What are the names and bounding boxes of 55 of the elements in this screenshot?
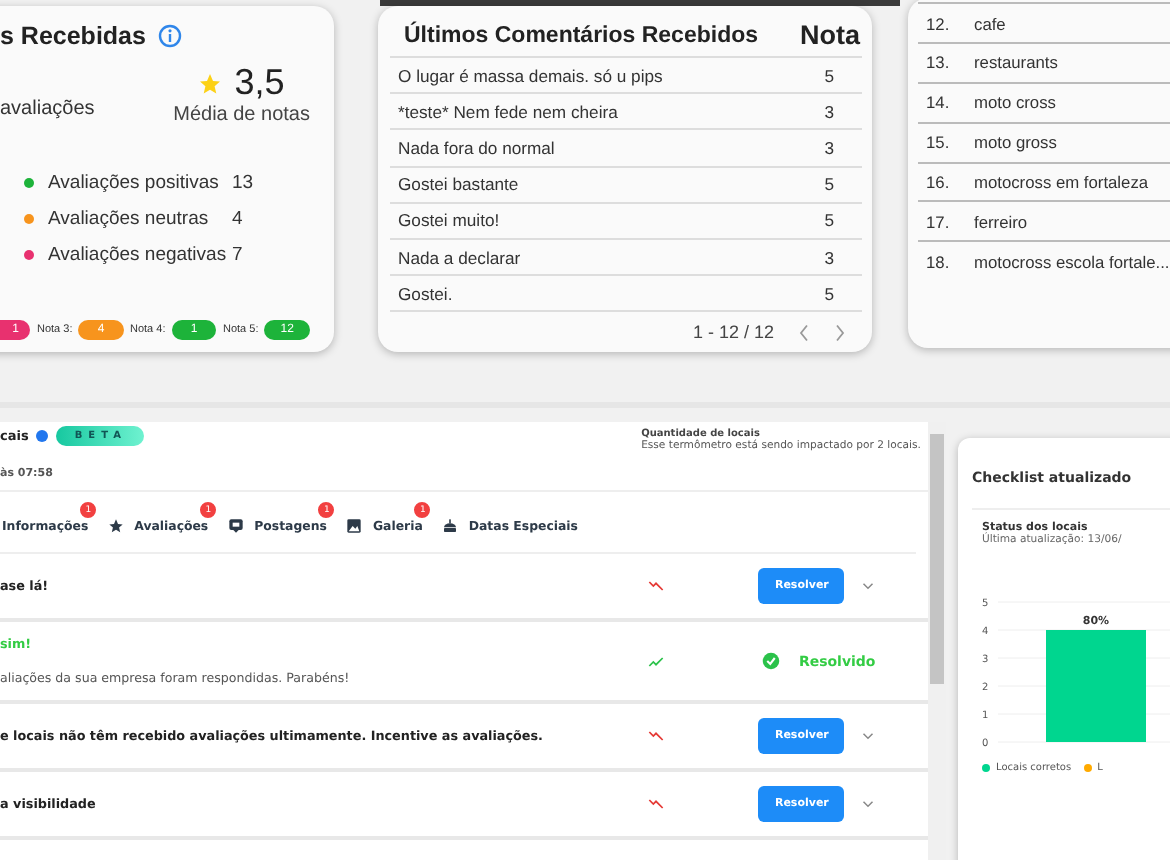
legend-count: 13 — [232, 171, 254, 193]
keyword-text: moto gross — [974, 132, 1057, 153]
row-number: 15. — [926, 132, 952, 153]
chevron-down-icon[interactable] — [862, 582, 875, 590]
comment-text: Nada a declarar — [398, 247, 521, 268]
row-number: 14. — [926, 92, 952, 113]
pagination-label: 1 - 12 / 12 — [692, 322, 774, 343]
comment-text: Gostei muito! — [398, 210, 500, 231]
comment-score: 5 — [824, 65, 834, 86]
keyword-text: motocross escola fortale... — [974, 251, 1170, 272]
legend-label: Avaliações neutras — [48, 207, 211, 229]
comment-text: *teste* Nem fede nem cheira — [398, 101, 618, 122]
keyword-text: restaurants — [974, 52, 1058, 73]
legend-count: 7 — [232, 243, 243, 265]
keyword-text: ferreiro — [974, 211, 1028, 232]
previous-page-icon[interactable] — [798, 323, 810, 342]
legend-label: Avaliações negativas — [48, 243, 229, 265]
comment-text: O lugar é massa demais. só u pips — [398, 65, 663, 86]
keyword-text: motocross em fortaleza — [974, 172, 1149, 193]
chevron-down-icon[interactable] — [862, 732, 875, 740]
comment-text: Gostei bastante — [398, 174, 519, 195]
column-heading: Nota — [800, 20, 861, 50]
comment-score: 5 — [824, 210, 834, 231]
comment-text: Nada fora do normal — [398, 137, 555, 158]
info-icon[interactable] — [157, 24, 182, 48]
row-number: 16. — [926, 172, 952, 193]
comment-text: Gostei. — [398, 283, 453, 304]
next-page-icon[interactable] — [834, 323, 846, 342]
legend-label: Avaliações positivas — [48, 171, 221, 193]
total-label: avaliações — [0, 98, 95, 124]
row-number: 12. — [926, 13, 952, 33]
comment-score: 3 — [824, 101, 834, 122]
average-score: 3,5 — [234, 62, 285, 104]
info-icon[interactable] — [36, 430, 49, 442]
card-title: Últimos Comentários Recebidos — [404, 23, 759, 47]
comment-score: 5 — [824, 174, 834, 195]
chart-bar — [1046, 630, 1146, 742]
row-number: 18. — [926, 251, 952, 272]
keyword-text: moto cross — [974, 92, 1056, 113]
star-icon — [108, 518, 125, 534]
average-label: Média de notas — [173, 104, 310, 126]
row-number: 17. — [926, 211, 952, 232]
star-icon — [198, 71, 223, 95]
row-number: 13. — [926, 52, 952, 73]
comment-score: 3 — [824, 137, 834, 158]
card-title: s Recebidas — [0, 22, 146, 50]
comment-score: 5 — [824, 283, 834, 304]
legend-count: 4 — [232, 207, 243, 229]
chat-icon — [228, 518, 245, 534]
cake-icon — [442, 518, 459, 534]
check-badge-icon — [762, 652, 781, 670]
chevron-down-icon[interactable] — [862, 800, 875, 808]
keyword-text: cafe — [974, 13, 1006, 33]
image-icon — [346, 518, 363, 534]
comment-score: 3 — [824, 247, 834, 268]
